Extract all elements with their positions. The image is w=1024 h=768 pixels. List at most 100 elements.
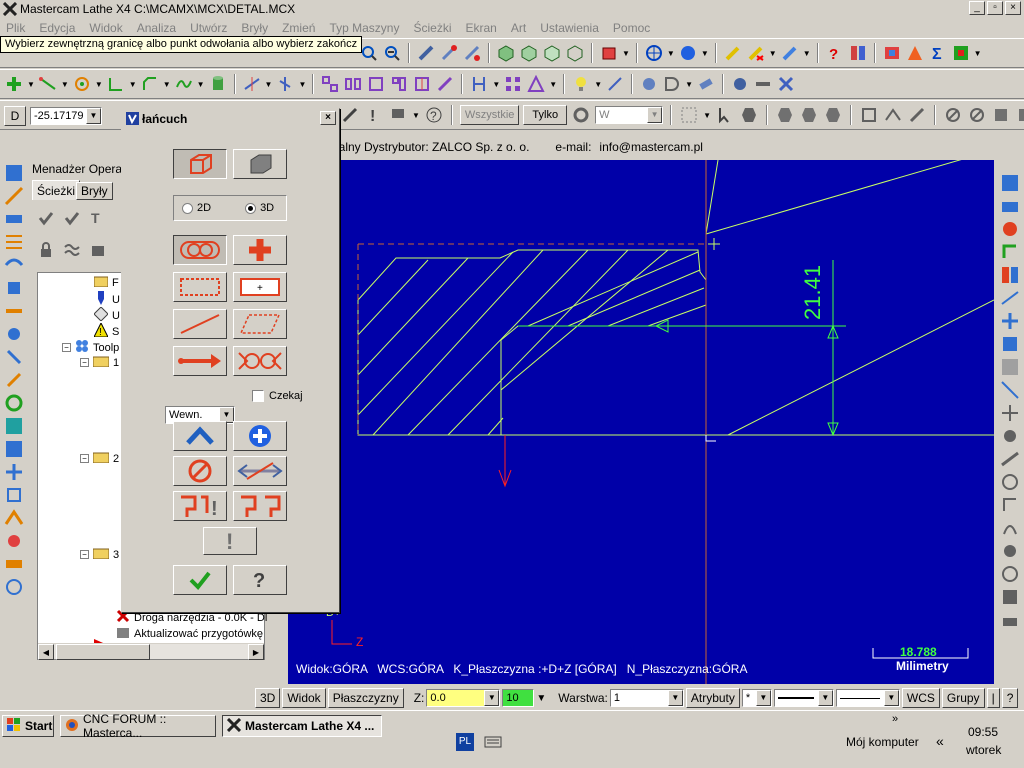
cube-select-icon[interactable] bbox=[859, 105, 879, 125]
dimension-icon[interactable] bbox=[605, 74, 625, 94]
menu-pomoc[interactable]: Pomoc bbox=[613, 21, 650, 35]
menu-plik[interactable]: Plik bbox=[6, 21, 25, 35]
toolpath-icon-16[interactable] bbox=[4, 508, 24, 528]
zoom-out-icon[interactable] bbox=[382, 43, 402, 63]
gear-icon[interactable] bbox=[571, 105, 591, 125]
eraser-icon[interactable] bbox=[696, 74, 716, 94]
shape-icon[interactable] bbox=[905, 43, 925, 63]
toolpath-icon-19[interactable] bbox=[4, 577, 24, 597]
array-icon[interactable] bbox=[503, 74, 523, 94]
tree-item[interactable]: U bbox=[94, 291, 120, 308]
globe-wire-icon[interactable] bbox=[644, 43, 664, 63]
color-dropdown-icon[interactable]: ▼ bbox=[536, 693, 546, 704]
extra-button[interactable]: | bbox=[986, 688, 1000, 708]
language-indicator[interactable]: PL bbox=[456, 733, 474, 751]
arrow-select-icon[interactable] bbox=[883, 105, 903, 125]
tray-expand-icon[interactable]: » bbox=[892, 713, 898, 725]
scroll-thumb[interactable] bbox=[56, 644, 150, 660]
chevron-down-icon[interactable]: ▼ bbox=[667, 690, 683, 706]
widok-button[interactable]: Widok bbox=[282, 688, 326, 708]
select-dirty-ops-icon[interactable] bbox=[62, 208, 82, 228]
tool-settings-icon[interactable] bbox=[462, 43, 482, 63]
tree-item[interactable]: − 3 bbox=[80, 547, 119, 562]
tree-item[interactable]: Aktualizować przygotówkę bbox=[116, 625, 263, 642]
wire-cube-icon[interactable] bbox=[519, 43, 539, 63]
fillet-icon[interactable] bbox=[106, 74, 126, 94]
partial-chain-button[interactable] bbox=[233, 346, 287, 376]
globe-solid-icon[interactable] bbox=[678, 43, 698, 63]
flag-icon[interactable] bbox=[388, 105, 408, 125]
half-circle-icon[interactable] bbox=[662, 74, 682, 94]
cam-tool-icon[interactable] bbox=[753, 74, 773, 94]
xform-scale-icon[interactable] bbox=[389, 74, 409, 94]
tab-bryly[interactable]: Bryły bbox=[76, 182, 113, 200]
screw-icon[interactable] bbox=[416, 43, 436, 63]
view-top-icon[interactable] bbox=[1000, 196, 1020, 216]
toolpath-icon-14[interactable] bbox=[4, 462, 24, 482]
align-icon[interactable] bbox=[469, 74, 489, 94]
tree-item[interactable]: − Toolp bbox=[62, 339, 119, 356]
email-link[interactable]: info@mastercam.pl bbox=[599, 140, 703, 154]
wireframe-mode-button[interactable] bbox=[173, 149, 227, 179]
collapse-icon[interactable]: − bbox=[80, 550, 89, 559]
chevron-down-icon[interactable]: ▼ bbox=[883, 690, 899, 706]
trim-icon[interactable] bbox=[242, 74, 262, 94]
solid-mode-button[interactable] bbox=[233, 149, 287, 179]
hex-3-icon[interactable] bbox=[823, 105, 843, 125]
xform-offset-icon[interactable] bbox=[412, 74, 432, 94]
cancel-chain-button[interactable] bbox=[173, 456, 227, 486]
layers-icon[interactable] bbox=[951, 43, 971, 63]
view-iso-icon[interactable] bbox=[1000, 173, 1020, 193]
task-cnc-forum[interactable]: CNC FORUM :: Masterca... bbox=[60, 712, 216, 740]
grid-icon[interactable] bbox=[848, 43, 868, 63]
chevron-down-icon[interactable]: ▼ bbox=[647, 107, 663, 123]
ok-button[interactable] bbox=[173, 565, 227, 595]
toolpath-icon-17[interactable] bbox=[4, 531, 24, 551]
no-select-icon[interactable] bbox=[943, 105, 963, 125]
select-tool-icon[interactable] bbox=[340, 105, 360, 125]
scroll-left-icon[interactable]: ◀ bbox=[38, 644, 54, 660]
snap-9-icon[interactable] bbox=[1000, 587, 1020, 607]
toolpath-icon-4[interactable] bbox=[4, 232, 24, 252]
menu-sciezki[interactable]: Ścieżki bbox=[413, 21, 451, 35]
color-input[interactable]: 10 bbox=[502, 689, 535, 707]
minimize-button[interactable]: _ bbox=[969, 1, 985, 15]
tray-collapse-icon[interactable]: « bbox=[936, 733, 944, 749]
tree-item[interactable]: − 1 bbox=[80, 355, 119, 370]
xform-rotate-icon[interactable] bbox=[366, 74, 386, 94]
toolpath-icon-15[interactable] bbox=[4, 485, 24, 505]
menu-edycja[interactable]: Edycja bbox=[39, 21, 75, 35]
snap-1-icon[interactable] bbox=[1000, 403, 1020, 423]
graphics-viewport[interactable]: 21.41 D+ Z 18.788 Milimetry Widok:GÓRA W… bbox=[288, 160, 994, 684]
d-toggle-button[interactable]: D bbox=[4, 106, 26, 126]
snap-2-icon[interactable] bbox=[1000, 426, 1020, 446]
line-width-select[interactable]: ▼ bbox=[835, 689, 900, 707]
toolpath-icon-6[interactable] bbox=[4, 278, 24, 298]
snap-10-icon[interactable] bbox=[1000, 610, 1020, 630]
chain-dialog-close-button[interactable]: × bbox=[320, 111, 336, 125]
warstwa-input[interactable]: 1 ▼ bbox=[609, 689, 684, 707]
exclaim-icon[interactable]: ! bbox=[364, 105, 384, 125]
xform-mirror-icon[interactable] bbox=[343, 74, 363, 94]
collapse-icon[interactable]: − bbox=[80, 454, 89, 463]
cam-setup-icon[interactable] bbox=[730, 74, 750, 94]
outline-cube-icon[interactable] bbox=[565, 43, 585, 63]
line-style-select[interactable]: ▼ bbox=[773, 689, 834, 707]
lock-icon[interactable] bbox=[36, 240, 56, 260]
plaszczyzny-button[interactable]: Płaszczyzny bbox=[327, 688, 404, 708]
mode-2d-radio[interactable]: 2D bbox=[182, 202, 211, 214]
tylko-button[interactable]: Tylko bbox=[523, 105, 568, 125]
bracket-icon[interactable] bbox=[882, 43, 902, 63]
hidden-cube-icon[interactable] bbox=[542, 43, 562, 63]
close-button[interactable]: × bbox=[1005, 1, 1021, 15]
tree-item[interactable]: ! S bbox=[93, 321, 119, 340]
keyboard-icon[interactable] bbox=[484, 733, 502, 754]
grupy-button[interactable]: Grupy bbox=[941, 688, 985, 708]
toolpath-icon-2[interactable] bbox=[4, 186, 24, 206]
chain-select-icon[interactable] bbox=[907, 105, 927, 125]
box-select-icon[interactable] bbox=[679, 105, 699, 125]
vector-select-button[interactable] bbox=[173, 346, 227, 376]
pencil-x-icon[interactable] bbox=[746, 43, 766, 63]
toolpath-icon-3[interactable] bbox=[4, 209, 24, 229]
toolpath-icon-11[interactable] bbox=[4, 393, 24, 413]
